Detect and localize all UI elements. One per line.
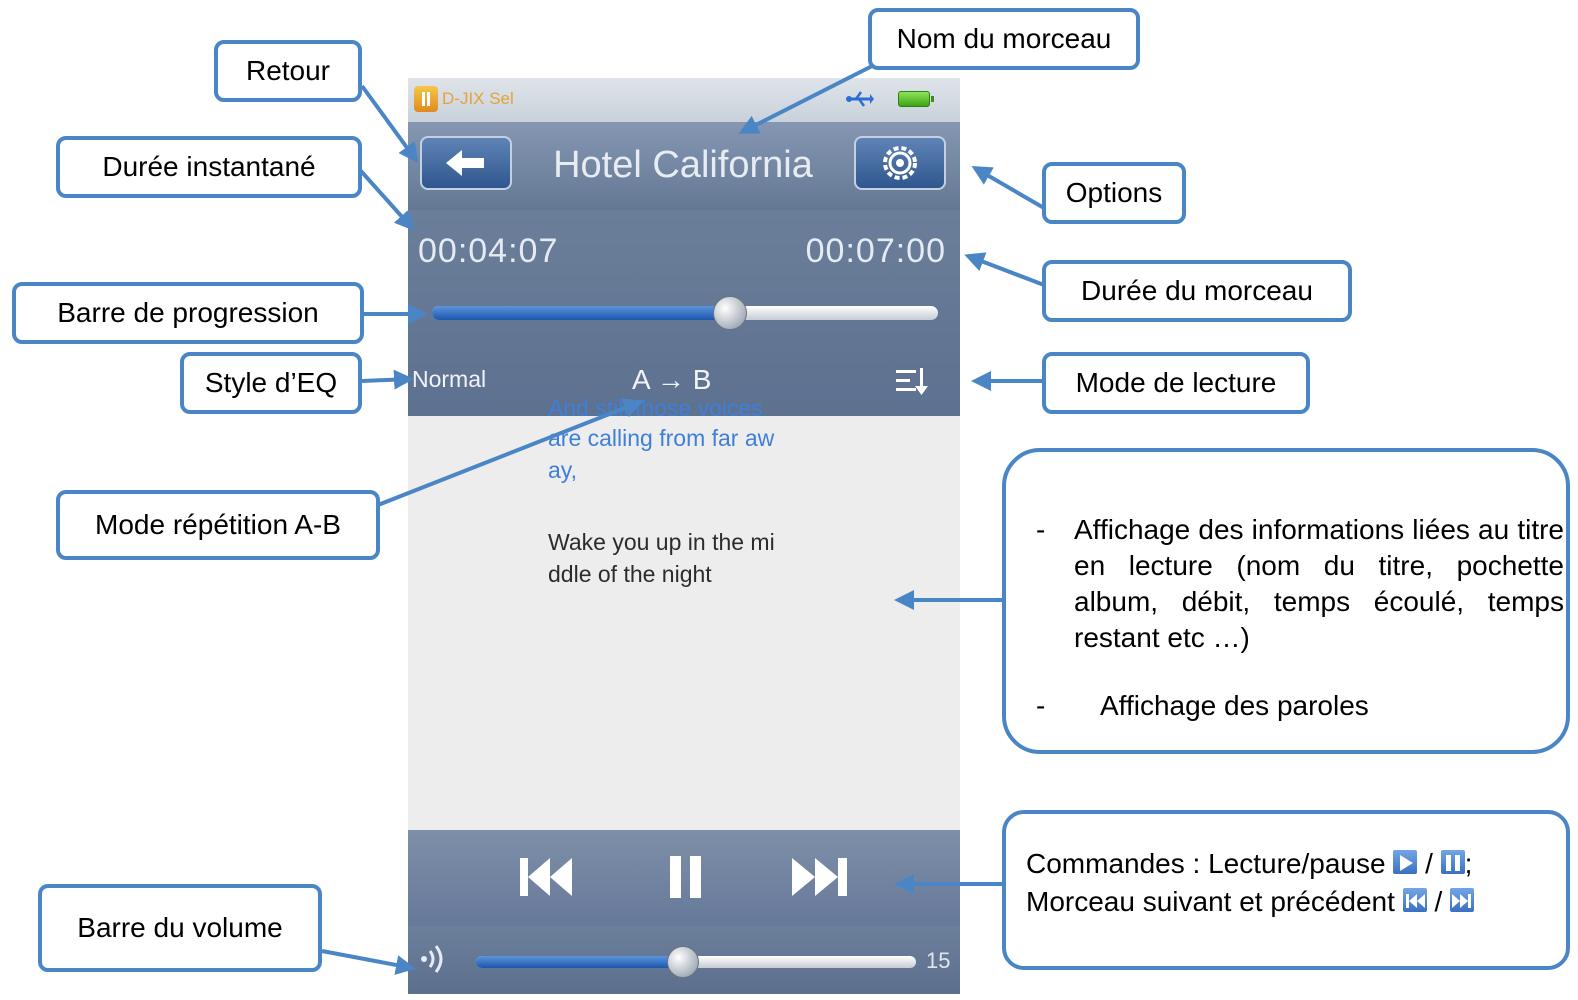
callout-retour: Retour <box>214 40 362 102</box>
callout-nom-morceau: Nom du morceau <box>868 8 1140 70</box>
callout-mode-repetition: Mode répétition A-B <box>56 490 380 560</box>
callout-options: Options <box>1042 162 1186 224</box>
commandes-line-2-text: Morceau suivant et précédent <box>1026 886 1395 917</box>
bullet-dash: - <box>1036 690 1046 721</box>
callout-duree-instantane: Durée instantané <box>56 136 362 198</box>
bullet-dash: - <box>1036 514 1046 545</box>
info-bullet-1-text: Affichage des informations liées au titr… <box>1074 514 1564 653</box>
callout-duree-morceau: Durée du morceau <box>1042 260 1352 322</box>
play-icon <box>1393 850 1418 874</box>
info-bullet-2-text: Affichage des paroles <box>1100 690 1369 721</box>
commandes-line-1-text: Commandes : Lecture/pause <box>1026 848 1386 879</box>
callout-commandes: Commandes : Lecture/pause / ; Morceau su… <box>1002 810 1570 970</box>
callout-mode-lecture: Mode de lecture <box>1042 352 1310 414</box>
callout-barre-progression: Barre de progression <box>12 282 364 344</box>
commandes-line-2: Morceau suivant et précédent / <box>1026 886 1475 918</box>
callout-barre-volume: Barre du volume <box>38 884 322 972</box>
previous-icon <box>1402 888 1427 912</box>
next-icon <box>1450 888 1475 912</box>
callout-style-eq: Style d’EQ <box>180 352 362 414</box>
pause-icon <box>1440 850 1465 874</box>
commandes-line-1: Commandes : Lecture/pause / ; <box>1026 848 1473 879</box>
callout-info-panel: - Affichage des informations liées au ti… <box>1002 448 1570 754</box>
